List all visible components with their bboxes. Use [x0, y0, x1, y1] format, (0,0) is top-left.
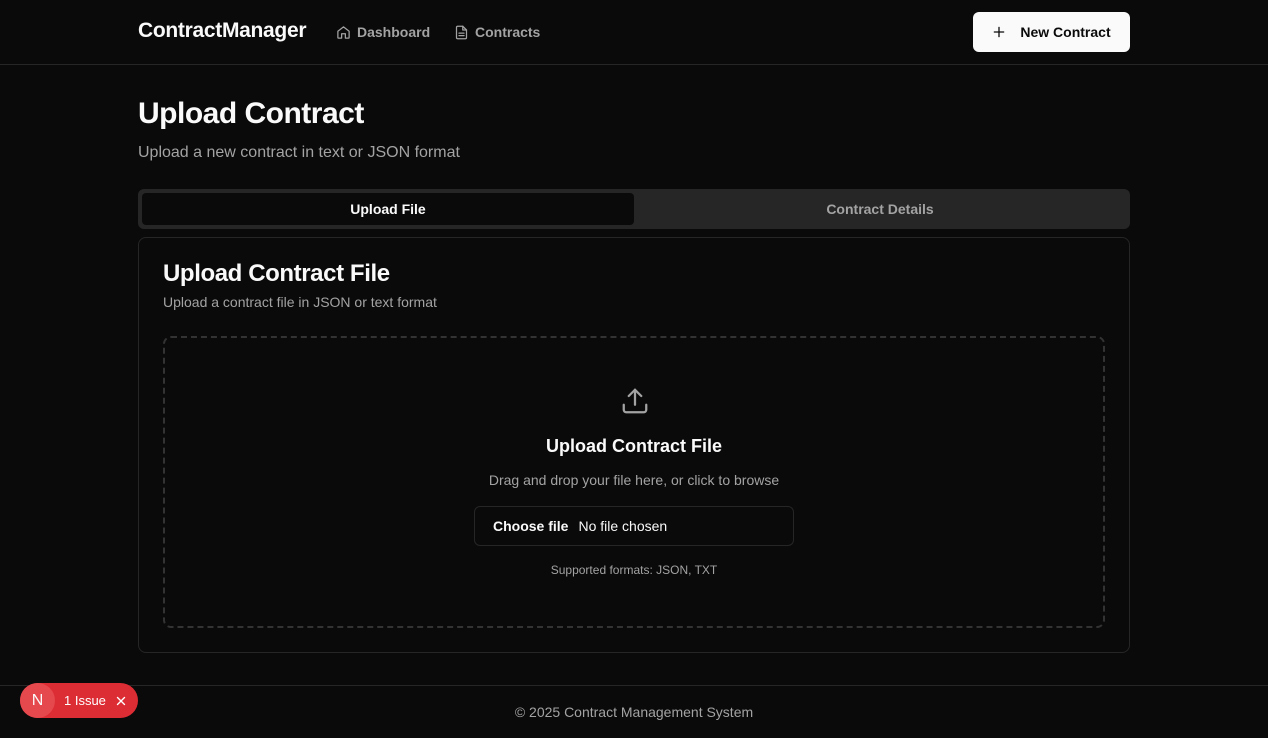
file-dropzone[interactable]: Upload Contract File Drag and drop your … [163, 336, 1105, 628]
issue-count-label: 1 Issue [64, 693, 106, 708]
card-description: Upload a contract file in JSON or text f… [163, 294, 437, 310]
home-icon [337, 25, 350, 39]
dropzone-title: Upload Contract File [545, 436, 722, 456]
new-contract-label: New Contract [1020, 24, 1111, 40]
supported-formats: Supported formats: JSON, TXT [550, 563, 718, 577]
tab-list: Upload File Contract Details [138, 189, 1130, 229]
nav-contracts-link[interactable]: Contracts [454, 22, 540, 42]
issue-badge[interactable]: N 1 Issue [20, 683, 138, 718]
choose-file-button[interactable]: Choose file [493, 518, 568, 534]
tab-contract-details[interactable]: Contract Details [634, 193, 1126, 225]
tab-upload-file[interactable]: Upload File [142, 193, 634, 225]
issue-avatar: N [20, 683, 55, 718]
page-title: Upload Contract [138, 97, 364, 130]
footer: © 2025 Contract Management System [0, 685, 1268, 738]
footer-copyright: © 2025 Contract Management System [514, 704, 754, 720]
page-subtitle: Upload a new contract in text or JSON fo… [138, 144, 460, 161]
new-contract-button[interactable]: New Contract [973, 12, 1130, 52]
nav-dashboard-link[interactable]: Dashboard [336, 22, 430, 42]
brand-logo[interactable]: ContractManager [138, 19, 307, 43]
file-text-icon [455, 25, 468, 39]
dropzone-description: Drag and drop your file here, or click t… [488, 472, 780, 488]
close-icon[interactable] [114, 694, 128, 708]
plus-icon [994, 26, 1005, 38]
nav-dashboard-label: Dashboard [357, 24, 431, 40]
file-input[interactable]: Choose file No file chosen [474, 506, 794, 546]
file-status: No file chosen [578, 518, 668, 534]
top-navbar: ContractManager Dashboard Contracts New … [0, 0, 1268, 65]
card-title: Upload Contract File [163, 260, 390, 287]
upload-card: Upload Contract File Upload a contract f… [138, 237, 1130, 653]
upload-icon [622, 388, 648, 414]
nav-contracts-label: Contracts [475, 24, 541, 40]
